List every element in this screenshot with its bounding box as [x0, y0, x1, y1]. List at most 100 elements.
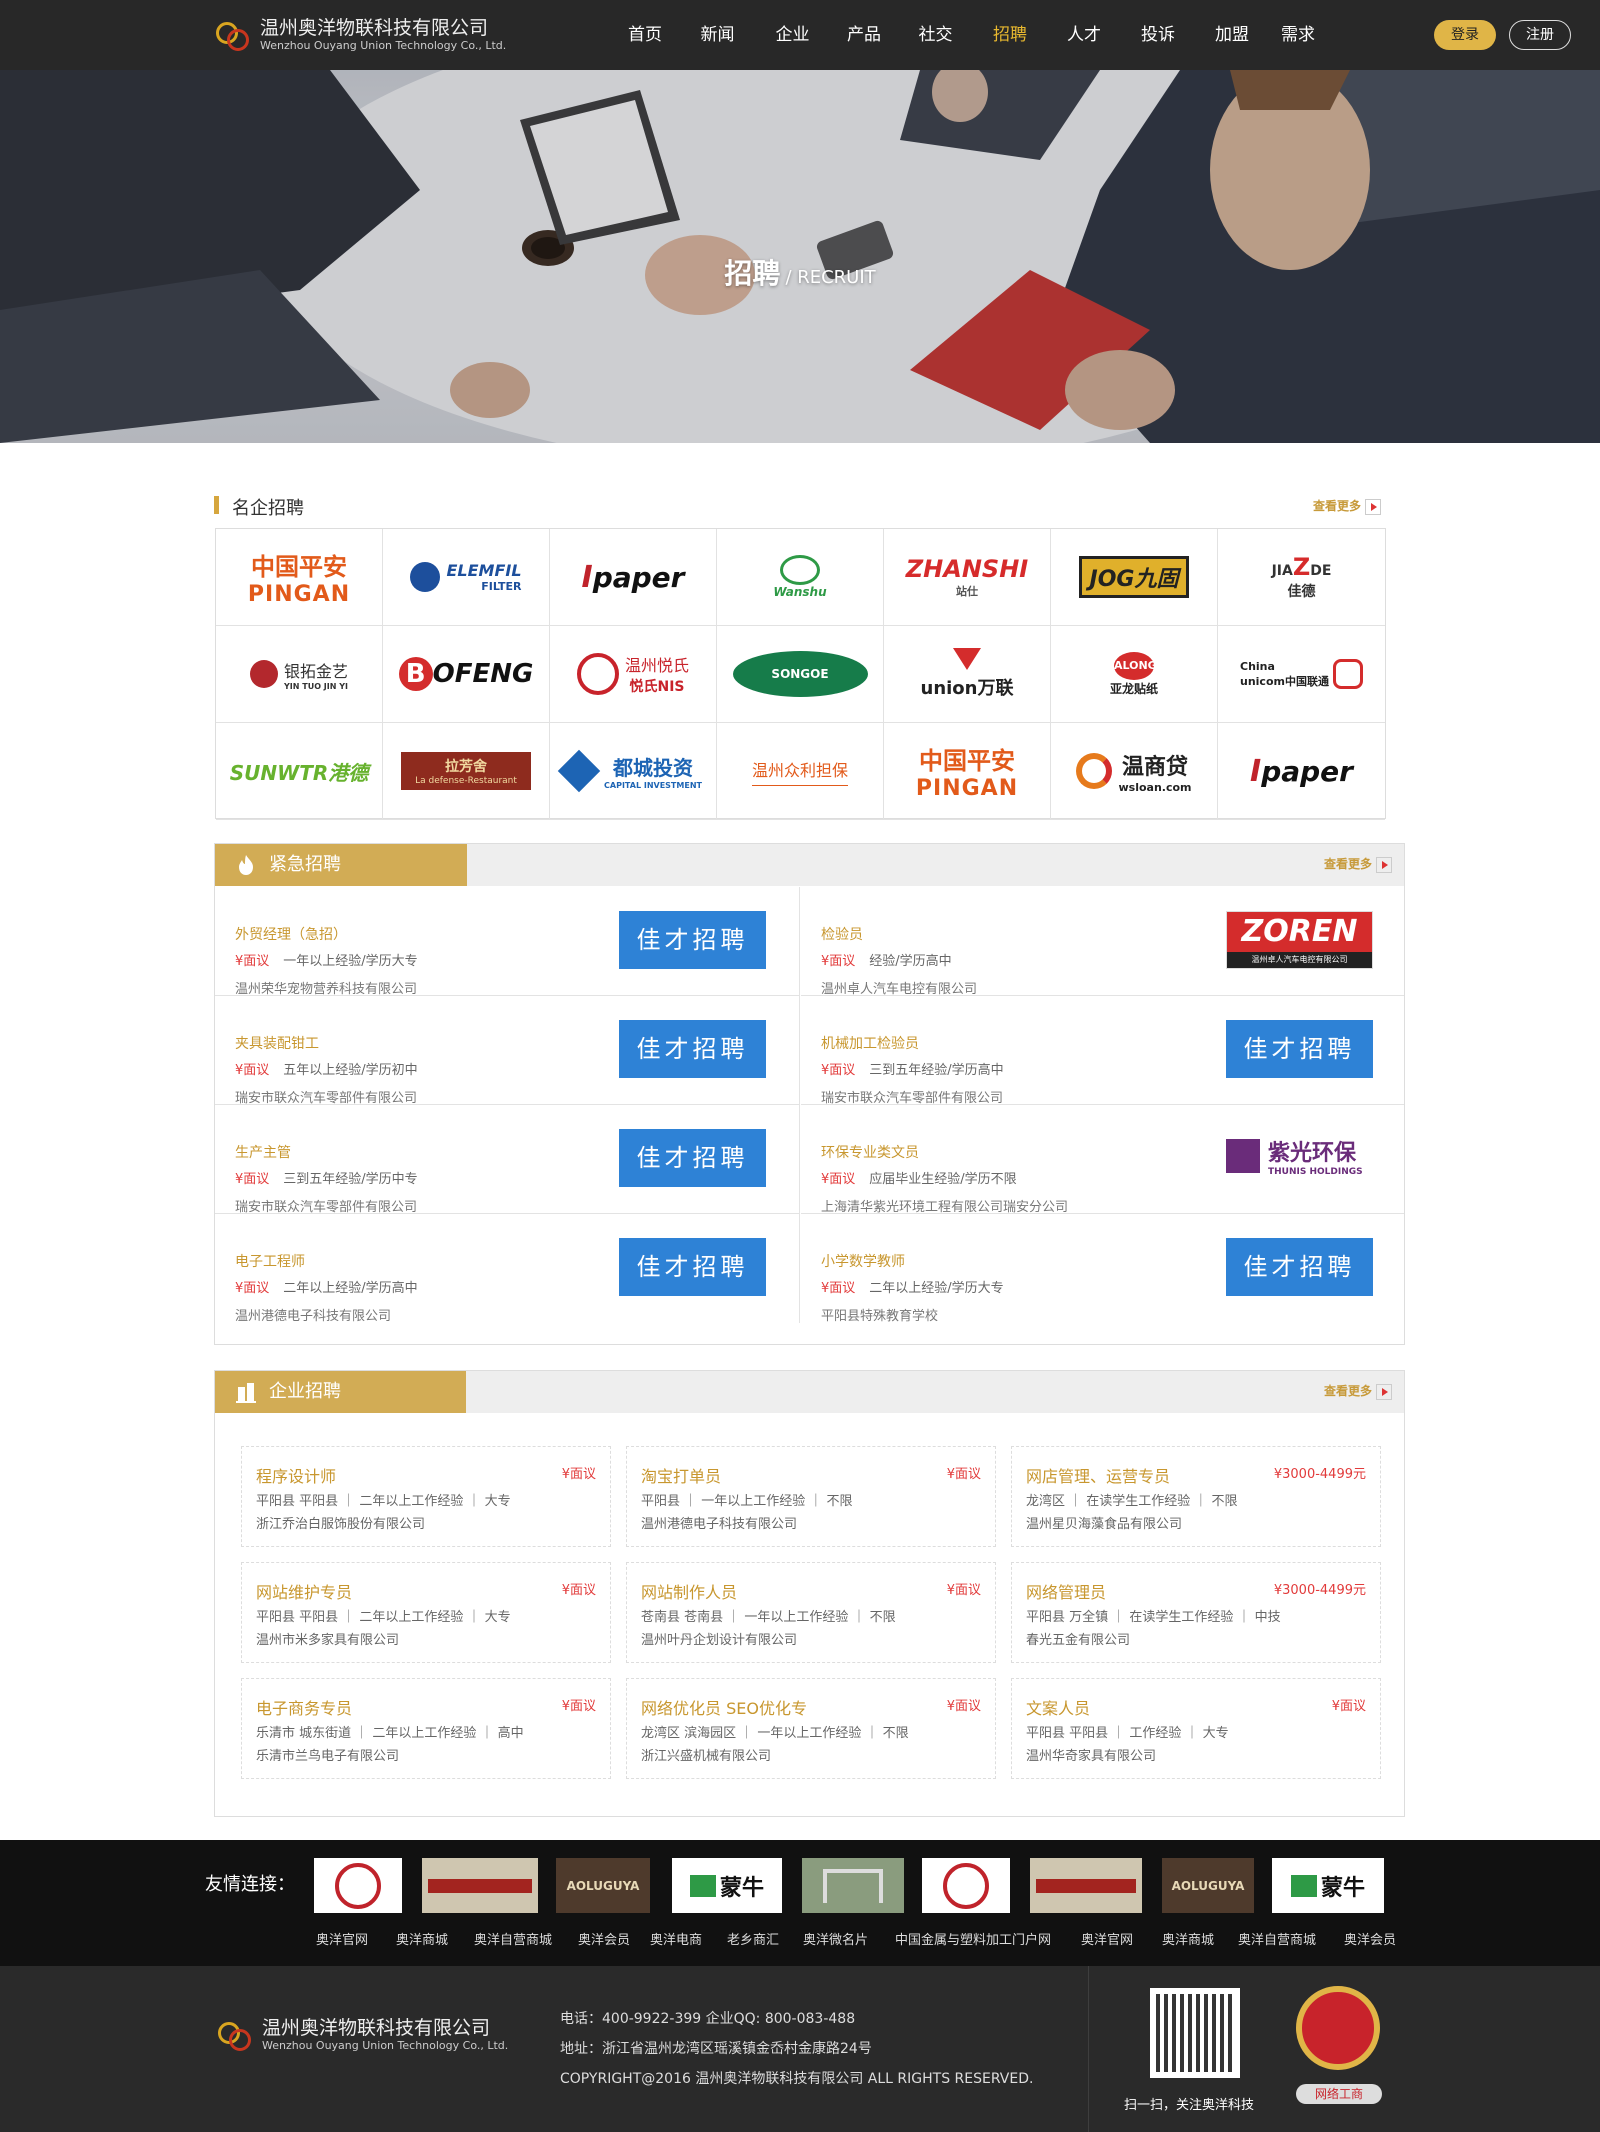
nav-news[interactable]: 新闻 [680, 0, 755, 70]
jiacai-logo[interactable]: 佳才招聘 [619, 1238, 766, 1296]
company-logo-ducheng[interactable]: 都城投资 CAPITAL INVESTMENT [550, 723, 717, 820]
company-logo-jog[interactable]: JOG九固 [1051, 529, 1218, 626]
friend-link-image-seal[interactable] [922, 1858, 1010, 1913]
friend-link[interactable]: 奥洋商城 [396, 1929, 448, 1948]
company-logo-sunwtr[interactable]: SUNWTR港德 [216, 723, 383, 820]
job-title[interactable]: 淘宝打单员 [641, 1463, 721, 1487]
company-logo-pingan[interactable]: 中国平安 PINGAN [216, 529, 383, 626]
company-logo-pingan-2[interactable]: 中国平安 PINGAN [884, 723, 1051, 820]
job-card[interactable]: 网店管理、运营专员 ¥3000-4499元 龙湾区 ｜ 在读学生工作经验 ｜ 不… [1011, 1446, 1381, 1547]
job-item[interactable]: 生产主管 ¥面议 三到五年经验/学历中专 瑞安市联众汽车零部件有限公司 佳才招聘 [215, 1105, 800, 1215]
job-title[interactable]: 网络管理员 [1026, 1579, 1106, 1603]
jiacai-logo[interactable]: 佳才招聘 [619, 1129, 766, 1187]
company-logo-bofeng[interactable]: B OFENG [383, 626, 550, 723]
job-card[interactable]: 网络管理员 ¥3000-4499元 平阳县 万全镇 ｜ 在读学生工作经验 ｜ 中… [1011, 1562, 1381, 1663]
company-logo-yintuo[interactable]: 银拓金艺 YIN TUO JIN YI [216, 626, 383, 723]
job-item[interactable]: 外贸经理（急招） ¥面议 一年以上经验/学历大专 温州荣华宠物营养科技有限公司 佳… [215, 887, 800, 997]
friend-link[interactable]: 奥洋商城 [1162, 1929, 1214, 1948]
job-title[interactable]: 外贸经理（急招） [235, 924, 347, 944]
friend-link-image-mengniu[interactable]: 蒙牛 [672, 1858, 782, 1913]
nav-products[interactable]: 产品 [830, 0, 898, 70]
friend-link[interactable]: 奥洋自营商城 [1238, 1929, 1316, 1948]
friend-link-image-aoluguya[interactable]: AOLUGUYA [556, 1858, 650, 1913]
company-logo-union[interactable]: union万联 [884, 626, 1051, 723]
job-item[interactable]: 检验员 ¥面议 经验/学历高中 温州卓人汽车电控有限公司 ZOREN 温州卓人汽车… [801, 887, 1404, 997]
jiacai-logo[interactable]: 佳才招聘 [1226, 1238, 1373, 1296]
nav-join[interactable]: 加盟 [1195, 0, 1269, 70]
nav-social[interactable]: 社交 [898, 0, 973, 70]
job-item[interactable]: 小学数学教师 ¥面议 二年以上经验/学历大专 平阳县特殊教育学校 佳才招聘 [801, 1214, 1404, 1324]
job-card[interactable]: 程序设计师 ¥面议 平阳县 平阳县 ｜ 二年以上工作经验 ｜ 大专 浙江乔治白服… [241, 1446, 611, 1547]
job-title[interactable]: 夹具装配钳工 [235, 1033, 319, 1053]
job-title[interactable]: 文案人员 [1026, 1695, 1090, 1719]
friend-link-image-banner[interactable] [422, 1858, 538, 1913]
job-title[interactable]: 检验员 [821, 924, 863, 944]
company-logo-jiazde[interactable]: JIAZDE 佳德 [1218, 529, 1385, 626]
job-title[interactable]: 环保专业类文员 [821, 1142, 919, 1162]
job-title[interactable]: 网站制作人员 [641, 1579, 737, 1603]
register-button[interactable]: 注册 [1509, 20, 1571, 50]
friend-link[interactable]: 奥洋微名片 [803, 1929, 868, 1948]
zoren-logo[interactable]: ZOREN 温州卓人汽车电控有限公司 [1226, 911, 1373, 969]
friend-link-image-aoluguya[interactable]: AOLUGUYA [1162, 1858, 1254, 1913]
job-title[interactable]: 网店管理、运营专员 [1026, 1463, 1170, 1487]
job-title[interactable]: 机械加工检验员 [821, 1033, 919, 1053]
job-title[interactable]: 电子商务专员 [256, 1695, 352, 1719]
job-card[interactable]: 电子商务专员 ¥面议 乐清市 城东街道 ｜ 二年以上工作经验 ｜ 高中 乐清市兰… [241, 1678, 611, 1779]
company-logo-songoe[interactable]: SONGOE [717, 626, 884, 723]
jiacai-logo[interactable]: 佳才招聘 [619, 1020, 766, 1078]
friend-link-image-seal[interactable] [314, 1858, 402, 1913]
gov-emblem-icon[interactable] [1296, 1986, 1380, 2070]
company-logo-lafangshe[interactable]: 拉芳舍 La defense-Restaurant [383, 723, 550, 820]
company-logo-zhanshi[interactable]: ZHANSHI 站仕 [884, 529, 1051, 626]
company-logo-wsloan[interactable]: 温商贷 wsloan.com [1051, 723, 1218, 820]
job-title[interactable]: 程序设计师 [256, 1463, 336, 1487]
job-item[interactable]: 机械加工检验员 ¥面议 三到五年经验/学历高中 瑞安市联众汽车零部件有限公司 佳才… [801, 996, 1404, 1106]
job-title[interactable]: 生产主管 [235, 1142, 291, 1162]
brand-logo[interactable]: 温州奥洋物联科技有限公司 Wenzhou Ouyang Union Techno… [214, 16, 506, 54]
job-card[interactable]: 文案人员 ¥面议 平阳县 平阳县 ｜ 工作经验 ｜ 大专 温州华奇家具有限公司 [1011, 1678, 1381, 1779]
company-logo-elemfil[interactable]: ELEMFIL FILTER [383, 529, 550, 626]
friend-link[interactable]: 老乡商汇 [727, 1929, 779, 1948]
friend-link-image-mengniu[interactable]: 蒙牛 [1272, 1858, 1384, 1913]
job-item[interactable]: 环保专业类文员 ¥面议 应届毕业生经验/学历不限 上海清华紫光环境工程有限公司瑞安… [801, 1105, 1404, 1215]
friend-link[interactable]: 奥洋会员 [1344, 1929, 1396, 1948]
friend-link[interactable]: 奥洋官网 [316, 1929, 368, 1948]
friend-link[interactable]: 奥洋自营商城 [474, 1929, 552, 1948]
job-title[interactable]: 小学数学教师 [821, 1251, 905, 1271]
enterprise-more-link[interactable]: 查看更多 [1324, 1382, 1393, 1400]
job-item[interactable]: 夹具装配钳工 ¥面议 五年以上经验/学历初中 瑞安市联众汽车零部件有限公司 佳才招… [215, 996, 800, 1106]
nav-talent[interactable]: 人才 [1047, 0, 1121, 70]
nav-home[interactable]: 首页 [610, 0, 680, 70]
jiacai-logo[interactable]: 佳才招聘 [1226, 1020, 1373, 1078]
nav-recruit[interactable]: 招聘 [973, 0, 1047, 70]
company-logo-wanshu[interactable]: Wanshu [717, 529, 884, 626]
famous-more-link[interactable]: 查看更多 [1313, 497, 1382, 515]
company-logo-unicom[interactable]: China unicom中国联通 [1218, 626, 1385, 723]
company-logo-paper-2[interactable]: Ipaper [1218, 723, 1385, 820]
friend-link-image-banner[interactable] [1030, 1858, 1142, 1913]
nav-complaint[interactable]: 投诉 [1121, 0, 1195, 70]
friend-link[interactable]: 奥洋电商 [650, 1929, 702, 1948]
nav-demand[interactable]: 需求 [1269, 0, 1327, 70]
job-card[interactable]: 淘宝打单员 ¥面议 平阳县 ｜ 一年以上工作经验 ｜ 不限 温州港德电子科技有限… [626, 1446, 996, 1547]
job-title[interactable]: 电子工程师 [235, 1251, 305, 1271]
footer-brand-logo[interactable]: 温州奥洋物联科技有限公司 Wenzhou Ouyang Union Techno… [216, 2016, 508, 2054]
thunis-logo[interactable]: 紫光环保 THUNIS HOLDINGS [1226, 1135, 1363, 1177]
company-logo-zhongli[interactable]: 温州众利担保 [717, 723, 884, 820]
friend-link[interactable]: 奥洋会员 [578, 1929, 630, 1948]
jiacai-logo[interactable]: 佳才招聘 [619, 911, 766, 969]
job-card[interactable]: 网站制作人员 ¥面议 苍南县 苍南县 ｜ 一年以上工作经验 ｜ 不限 温州叶丹企… [626, 1562, 996, 1663]
company-logo-paper[interactable]: Ipaper [550, 529, 717, 626]
job-card[interactable]: 网络优化员 SEO优化专 ¥面议 龙湾区 滨海园区 ｜ 一年以上工作经验 ｜ 不… [626, 1678, 996, 1779]
job-title[interactable]: 网站维护专员 [256, 1579, 352, 1603]
friend-link[interactable]: 中国金属与塑料加工门户网 [895, 1929, 1051, 1948]
friend-link[interactable]: 奥洋官网 [1081, 1929, 1133, 1948]
company-logo-along[interactable]: ALONG 亚龙贴纸 [1051, 626, 1218, 723]
urgent-more-link[interactable]: 查看更多 [1324, 855, 1393, 873]
nav-enterprise[interactable]: 企业 [755, 0, 830, 70]
job-card[interactable]: 网站维护专员 ¥面议 平阳县 平阳县 ｜ 二年以上工作经验 ｜ 大专 温州市米多… [241, 1562, 611, 1663]
company-logo-yueshi[interactable]: 温州悦氏 悦氏NIS [550, 626, 717, 723]
friend-link-image-gate[interactable] [802, 1858, 904, 1913]
job-item[interactable]: 电子工程师 ¥面议 二年以上经验/学历高中 温州港德电子科技有限公司 佳才招聘 [215, 1214, 800, 1324]
